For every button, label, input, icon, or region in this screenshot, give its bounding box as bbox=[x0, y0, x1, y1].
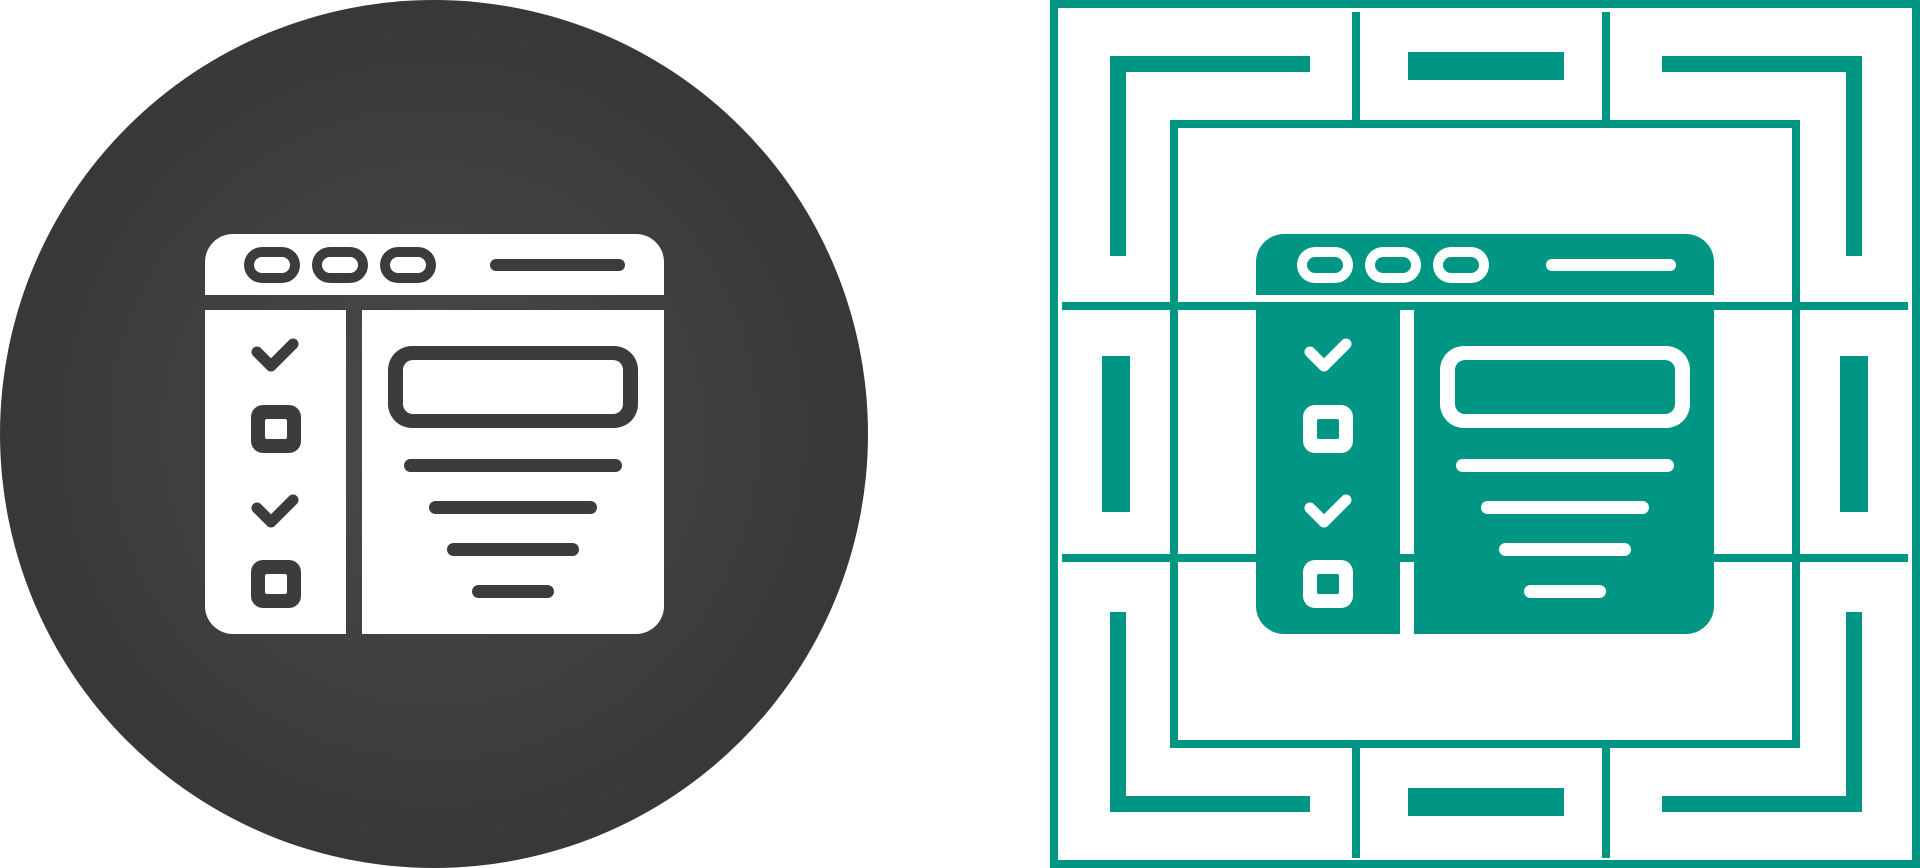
checklist-window-teal-framed-icon bbox=[1050, 0, 1920, 868]
content-line-2 bbox=[429, 501, 597, 514]
checkbox-icon bbox=[251, 560, 301, 608]
address-bar-line bbox=[1546, 259, 1676, 271]
checkbox-icon bbox=[251, 405, 301, 453]
content-line-1 bbox=[404, 459, 622, 472]
content-line-3 bbox=[1499, 543, 1631, 556]
window-glyph bbox=[205, 234, 664, 634]
checkbox-icon bbox=[1303, 405, 1353, 453]
content-line-3 bbox=[447, 543, 579, 556]
content-line-1 bbox=[1456, 459, 1674, 472]
address-bar-line bbox=[490, 259, 625, 271]
content-line-2 bbox=[1481, 501, 1649, 514]
checklist-window-glyph-icon bbox=[0, 0, 868, 868]
window-glyph-teal bbox=[1256, 234, 1714, 634]
content-line-4 bbox=[1524, 585, 1606, 598]
checkbox-icon bbox=[1303, 560, 1353, 608]
content-line-4 bbox=[472, 585, 554, 598]
icon-comparison-canvas bbox=[0, 0, 1920, 868]
